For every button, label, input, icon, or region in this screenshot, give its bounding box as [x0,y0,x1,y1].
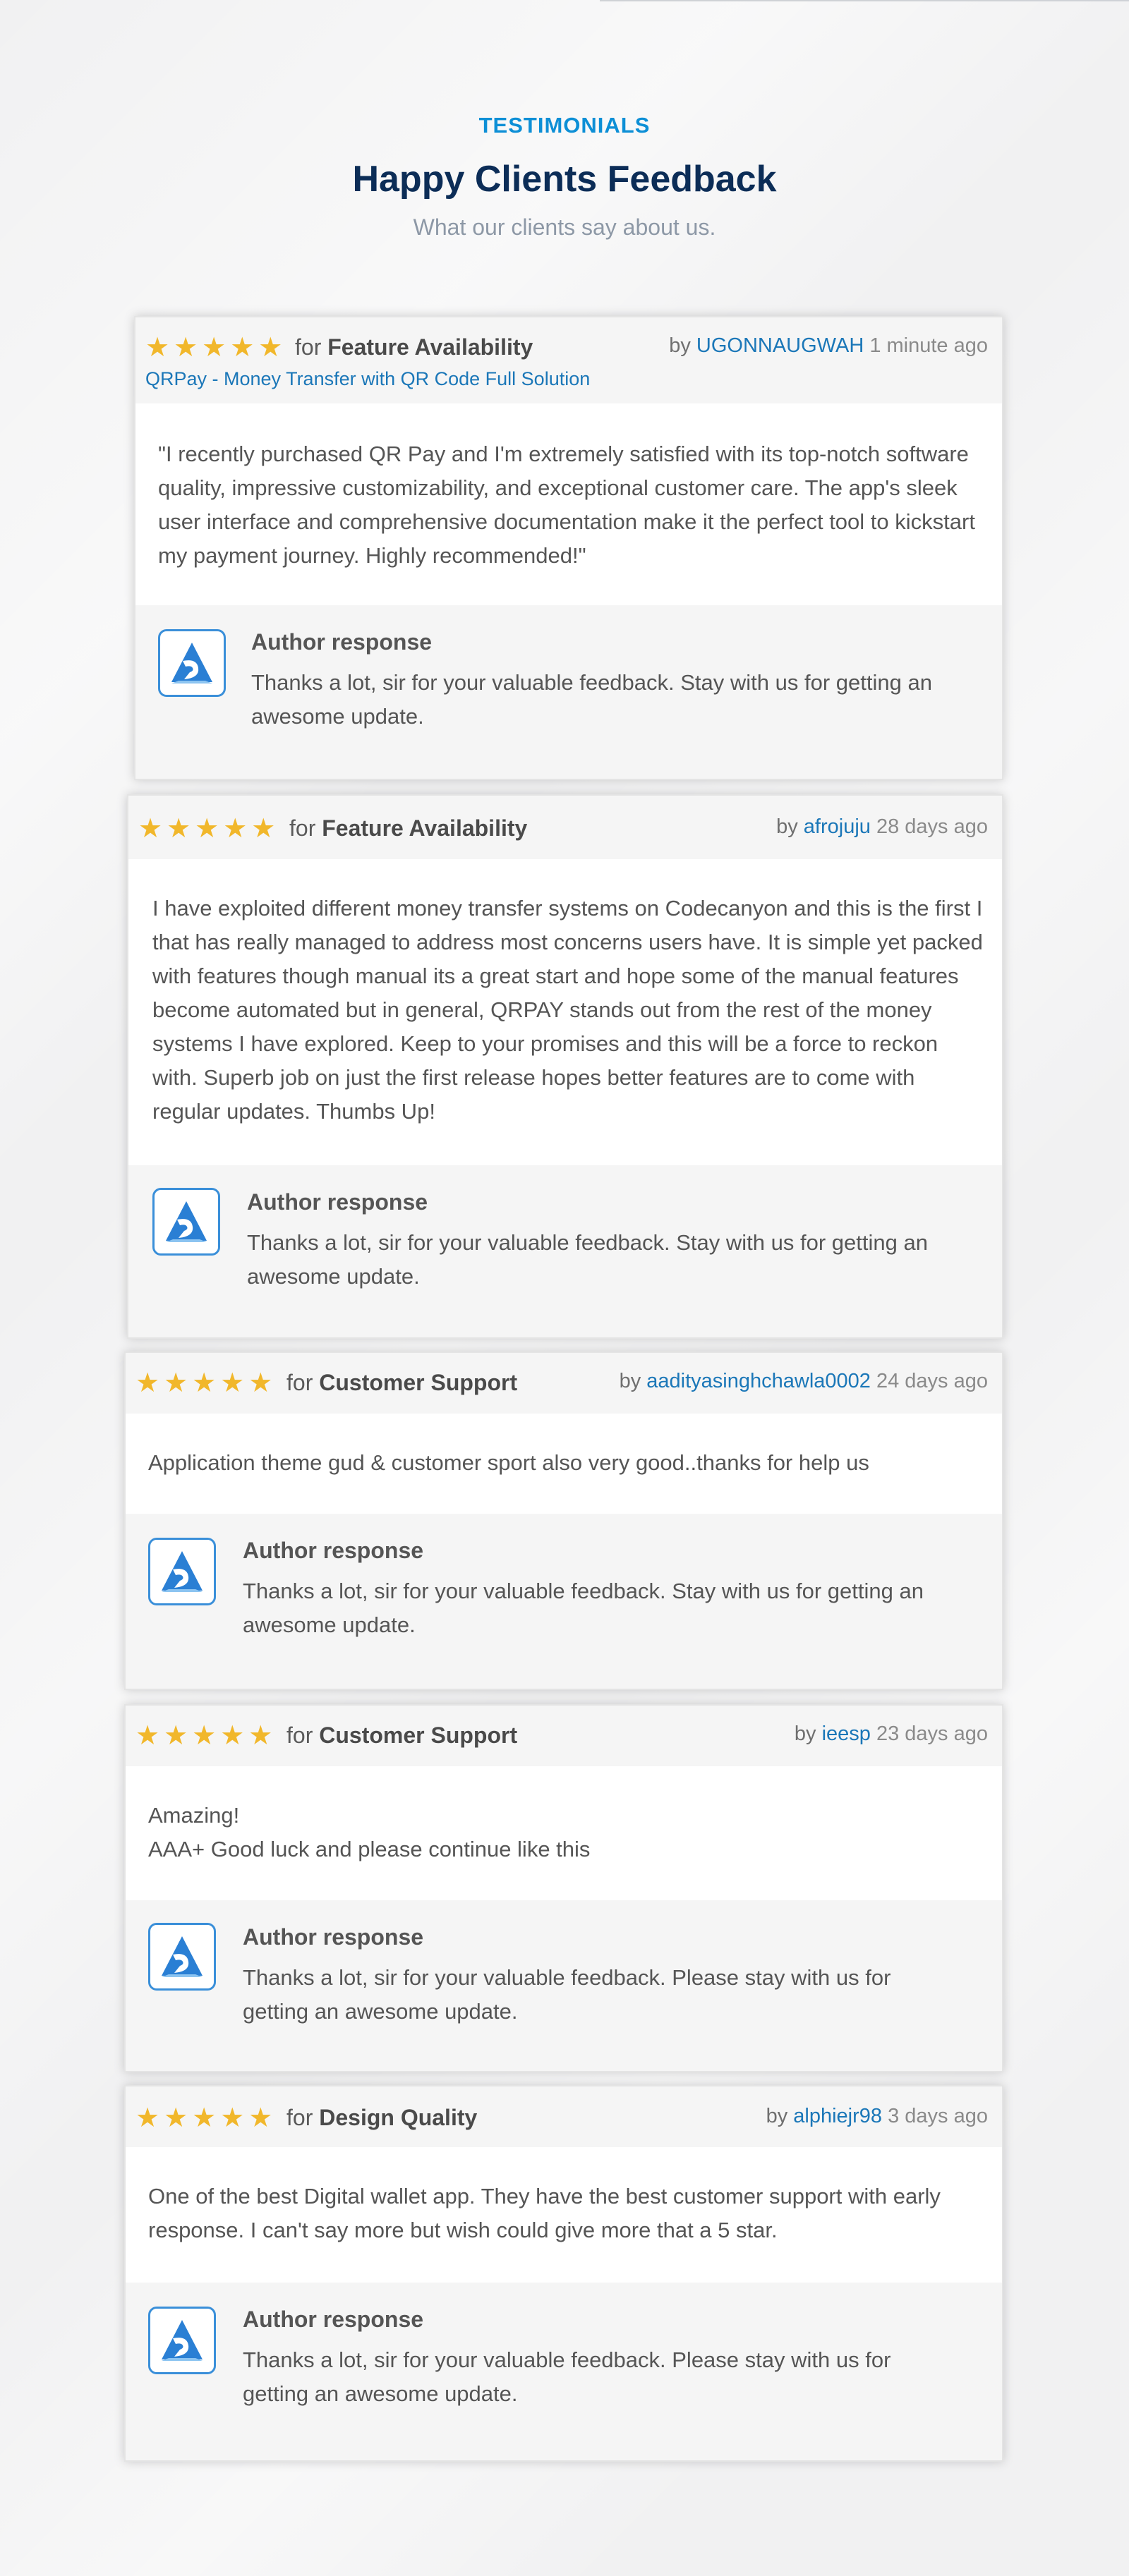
review-body: I have exploited different money transfe… [128,859,1002,1169]
review-time: 24 days ago [876,1370,988,1392]
app-logo-icon [166,1201,207,1242]
review-body: Application theme gud & customer sport a… [126,1414,1002,1518]
review-text: Application theme gud & customer sport a… [148,1450,869,1475]
rating-stars-icon: ★★★★★ [135,1368,277,1398]
review-text: Amazing! AAA+ Good luck and please conti… [148,1799,981,1866]
review-card: ★★★★★ for Feature Availability by UGONNA… [134,316,1003,780]
review-time: 3 days ago [888,2105,988,2127]
author-response: Author response Thanks a lot, sir for yo… [126,1514,1002,1689]
response-text: Thanks a lot, sir for your valuable feed… [243,1579,924,1637]
review-text: One of the best Digital wallet app. They… [148,2184,941,2242]
rating-stars-icon: ★★★★★ [138,814,280,844]
review-author: by afrojuju 28 days ago [776,815,988,838]
review-header: ★★★★★ for Feature Availability by UGONNA… [135,317,1002,405]
review-text: "I recently purchased QR Pay and I'm ext… [158,442,975,568]
review-time: 1 minute ago [869,334,988,357]
section-eyebrow: TESTIMONIALS [478,113,651,138]
response-title: Author response [247,1189,428,1215]
review-category: for Customer Support [286,1370,518,1395]
reviewer-link[interactable]: ieesp [822,1723,871,1745]
response-title: Author response [243,2307,424,2332]
review-text-line: AAA+ Good luck and please continue like … [148,1837,591,1861]
review-category: for Feature Availability [295,334,533,360]
review-card: ★★★★★ for Customer Support by aadityasin… [124,1351,1003,1690]
response-title: Author response [243,1924,424,1950]
app-logo-icon [162,2320,203,2361]
reviewer-link[interactable]: afrojuju [804,815,871,838]
review-card: ★★★★★ for Feature Availability by afroju… [127,794,1003,1339]
app-logo-icon [162,1936,203,1977]
author-response: Author response Thanks a lot, sir for yo… [128,1165,1002,1337]
section-title: Happy Clients Feedback [352,159,777,200]
review-header: ★★★★★ for Customer Support by ieesp 23 d… [126,1706,1002,1768]
review-card: ★★★★★ for Customer Support by ieesp 23 d… [124,1704,1003,2072]
review-author: by ieesp 23 days ago [794,1723,988,1745]
app-logo-icon [162,1551,203,1592]
review-card: ★★★★★ for Design Quality by alphiejr98 3… [124,2085,1003,2462]
author-response: Author response Thanks a lot, sir for yo… [126,1900,1002,2071]
author-response: Author response Thanks a lot, sir for yo… [126,2283,1002,2460]
review-category: for Customer Support [286,1723,518,1748]
review-text: I have exploited different money transfe… [152,896,983,1124]
reviewer-link[interactable]: aadityasinghchawla0002 [646,1370,871,1392]
author-avatar [158,629,226,697]
review-author: by UGONNAUGWAH 1 minute ago [669,334,988,357]
rating-stars-icon: ★★★★★ [135,2103,277,2133]
review-time: 23 days ago [876,1723,988,1745]
reviewer-link[interactable]: UGONNAUGWAH [696,334,864,357]
review-body: "I recently purchased QR Pay and I'm ext… [135,403,1002,609]
review-time: 28 days ago [876,815,988,838]
review-author: by aadityasinghchawla0002 24 days ago [619,1370,988,1392]
review-body: One of the best Digital wallet app. They… [126,2147,1002,2287]
response-title: Author response [251,629,433,655]
section-header: TESTIMONIALS Happy Clients Feedback What… [0,113,1129,241]
review-body: Amazing! AAA+ Good luck and please conti… [126,1766,1002,1904]
response-title: Author response [243,1538,424,1563]
review-header: ★★★★★ for Feature Availability by afroju… [128,796,1002,861]
response-text: Thanks a lot, sir for your valuable feed… [243,2347,891,2406]
section-subtitle: What our clients say about us. [413,214,716,240]
review-header: ★★★★★ for Design Quality by alphiejr98 3… [126,2086,1002,2149]
review-header: ★★★★★ for Customer Support by aadityasin… [126,1353,1002,1415]
response-text: Thanks a lot, sir for your valuable feed… [251,670,932,729]
product-link[interactable]: QRPay - Money Transfer with QR Code Full… [145,368,590,390]
app-logo-icon [171,643,212,684]
review-author: by alphiejr98 3 days ago [766,2105,988,2127]
rating-stars-icon: ★★★★★ [145,333,287,363]
top-divider [600,0,1129,1]
rating-stars-icon: ★★★★★ [135,1721,277,1751]
author-response: Author response Thanks a lot, sir for yo… [135,605,1002,779]
review-category: for Design Quality [286,2105,478,2130]
reviewer-link[interactable]: alphiejr98 [793,2105,882,2127]
review-category: for Feature Availability [289,815,528,841]
review-text-line: Amazing! [148,1803,240,1828]
author-avatar [148,1923,216,1991]
response-text: Thanks a lot, sir for your valuable feed… [243,1965,891,2024]
author-avatar [152,1188,220,1256]
author-avatar [148,1538,216,1605]
response-text: Thanks a lot, sir for your valuable feed… [247,1230,928,1289]
author-avatar [148,2307,216,2374]
